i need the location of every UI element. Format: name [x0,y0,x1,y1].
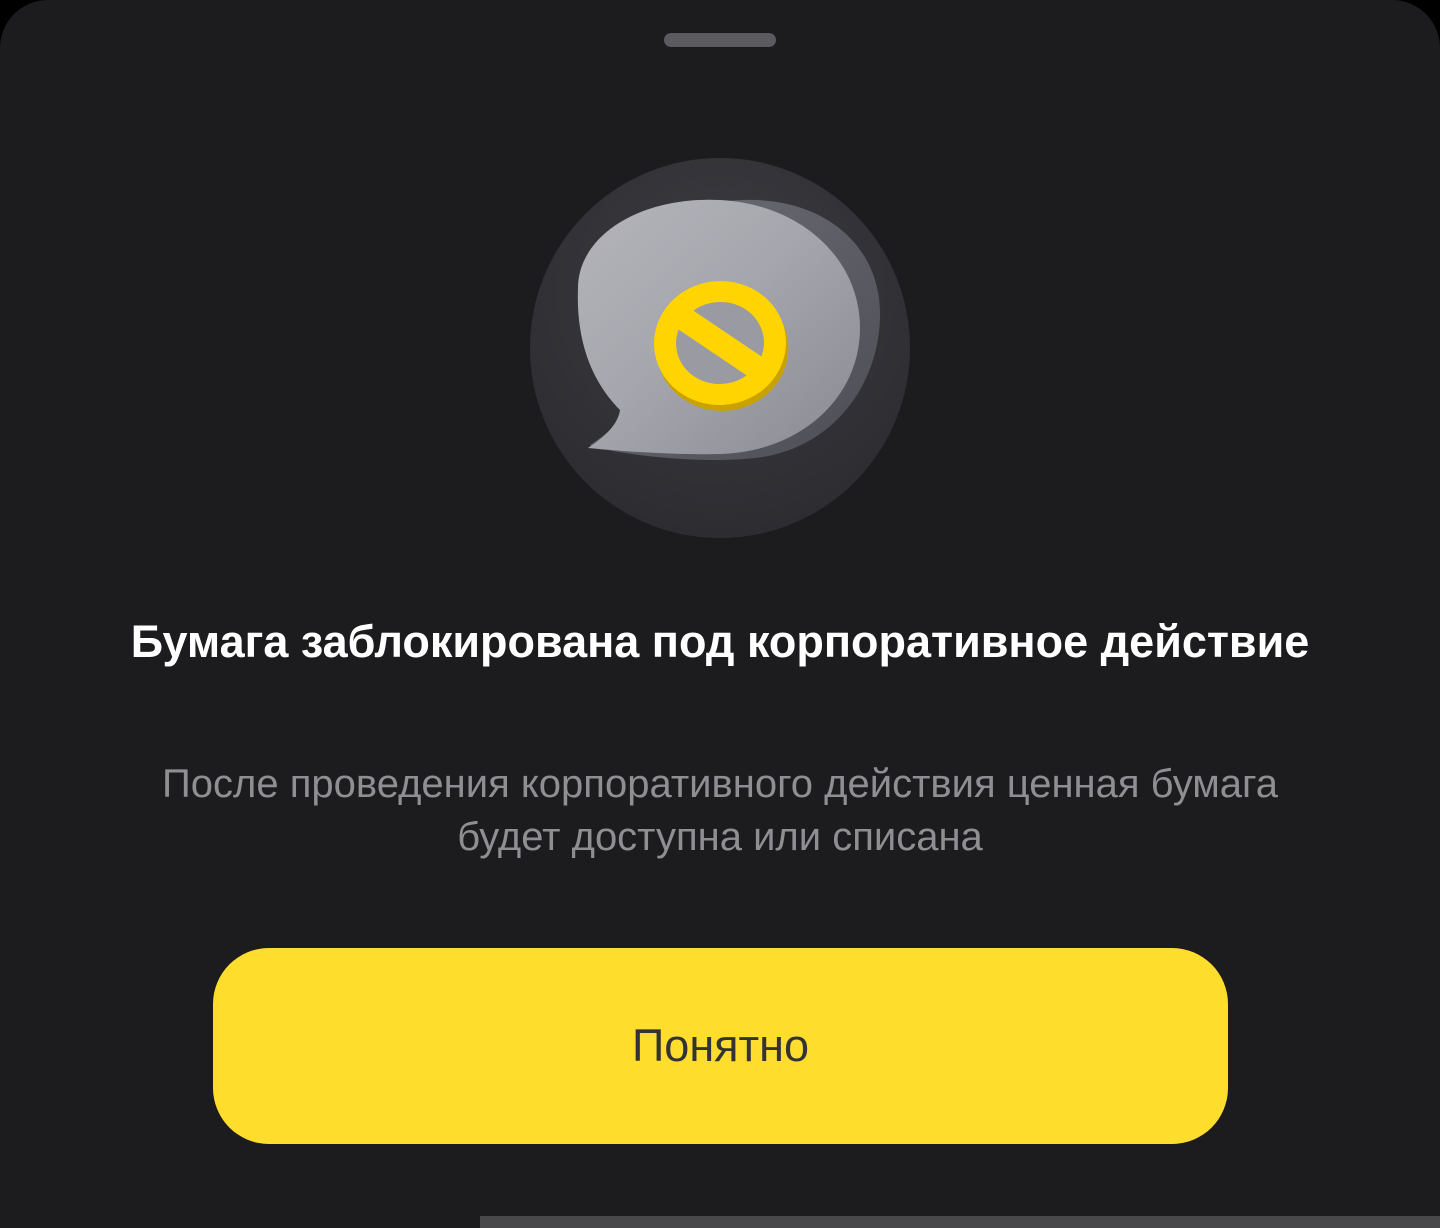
drag-handle[interactable] [664,33,776,47]
sheet-description: После проведения корпоративного действия… [162,762,1278,859]
chat-bubble-blocked-icon [530,158,910,538]
blocked-chat-illustration [530,158,910,538]
sheet-title: Бумага заблокирована под корпоративное д… [130,616,1310,667]
bottom-sheet: Бумага заблокирована под корпоративное д… [0,0,1440,1228]
ok-button[interactable]: Понятно [213,948,1228,1144]
bottom-bar [480,1216,1440,1228]
